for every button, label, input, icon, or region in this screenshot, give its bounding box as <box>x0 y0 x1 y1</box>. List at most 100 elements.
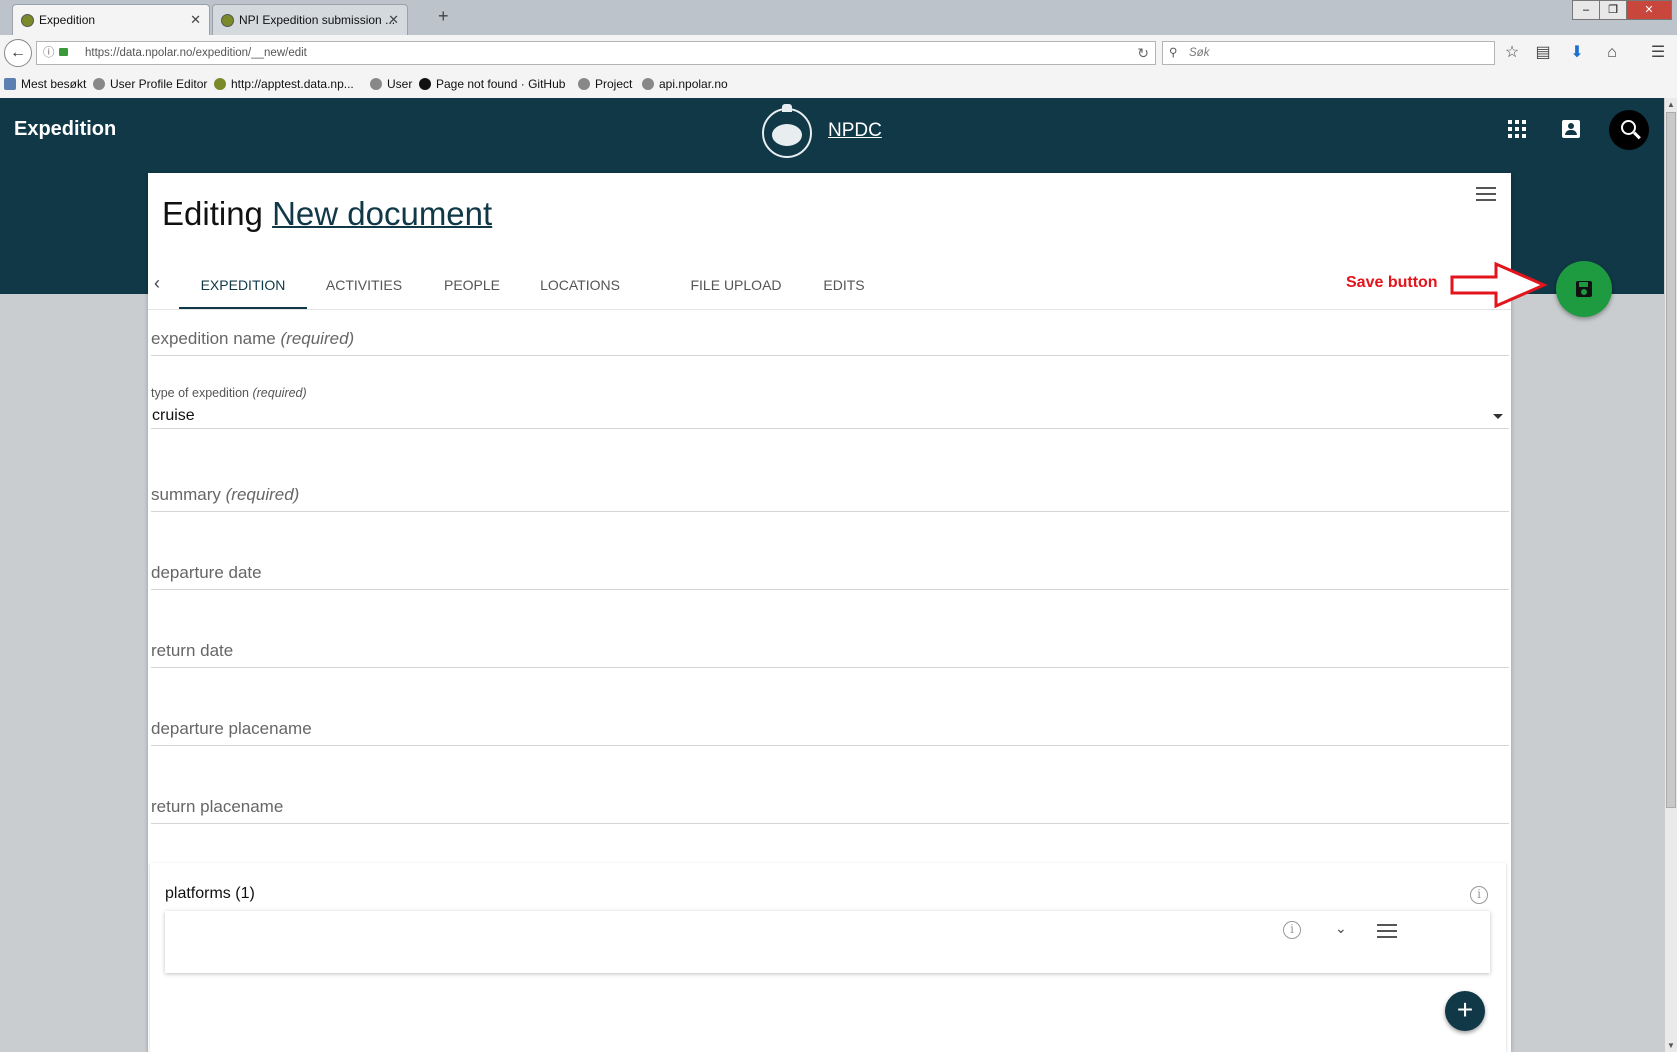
field-label: expedition name (required) <box>151 329 355 348</box>
tab-locations[interactable]: LOCATIONS <box>524 261 636 309</box>
search-button[interactable] <box>1609 110 1649 150</box>
departure-date-field[interactable]: departure date <box>151 557 1509 590</box>
info-icon[interactable]: i <box>1283 921 1301 939</box>
bookmark-label: User <box>387 77 413 91</box>
npolar-favicon-icon <box>214 78 226 90</box>
browser-tab-strip: Expedition ✕ NPI Expedition submission .… <box>0 0 1677 36</box>
info-icon[interactable]: i <box>1470 886 1488 904</box>
bookmark-label: Mest besøkt <box>21 77 87 91</box>
return-placename-field[interactable]: return placename <box>151 791 1509 824</box>
reading-list-icon[interactable]: ▤ <box>1533 43 1553 63</box>
type-of-expedition-select[interactable]: type of expedition (required) cruise <box>151 386 1509 429</box>
hamburger-menu-icon[interactable]: ☰ <box>1648 43 1668 63</box>
field-label: departure placename <box>151 719 312 738</box>
annotation-arrow-icon <box>1450 261 1548 309</box>
browser-tab-expedition[interactable]: Expedition ✕ <box>12 4 210 35</box>
download-arrow-icon[interactable]: ⬇ <box>1567 43 1587 63</box>
bookmark-icon <box>4 78 16 90</box>
field-label: return date <box>151 641 234 660</box>
editor-card: Editing New document ‹ EXPEDITION ACTIVI… <box>148 173 1511 1052</box>
bookmark-item[interactable]: Page not found · GitHub <box>419 77 565 91</box>
item-menu-icon[interactable] <box>1377 924 1397 938</box>
chevron-left-icon[interactable]: ‹ <box>154 273 160 294</box>
bookmarks-toolbar: Mest besøkt User Profile Editor http://a… <box>0 71 1677 99</box>
github-icon <box>419 78 431 90</box>
bookmark-item[interactable]: http://apptest.data.np... <box>214 77 354 91</box>
bookmark-label: Page not found · GitHub <box>436 77 566 91</box>
add-platform-button[interactable]: + <box>1445 991 1485 1031</box>
scroll-down-icon[interactable]: ▼ <box>1667 1041 1675 1050</box>
bookmark-label: http://apptest.data.np... <box>231 77 354 91</box>
bookmark-item[interactable]: Mest besøkt <box>4 77 86 91</box>
app-title[interactable]: Expedition <box>14 118 116 141</box>
new-tab-icon[interactable]: + <box>438 6 449 27</box>
save-disk-icon <box>1576 281 1592 297</box>
expedition-name-field[interactable]: expedition name (required) <box>151 323 1509 356</box>
back-arrow-icon[interactable]: ← <box>4 39 32 67</box>
home-icon[interactable]: ⌂ <box>1602 43 1622 63</box>
platforms-section: platforms (1) i i ⌄ + <box>150 863 1506 1052</box>
editor-tabs: ‹ EXPEDITION ACTIVITIES PEOPLE LOCATIONS… <box>148 261 1511 310</box>
bookmark-item[interactable]: Project <box>578 77 632 91</box>
browser-search-input[interactable]: ⚲ Søk <box>1162 41 1495 65</box>
minimize-window-icon[interactable]: – <box>1572 0 1600 20</box>
browser-tab-npi-submission[interactable]: NPI Expedition submission ... ✕ <box>212 4 408 35</box>
browser-tab-title: Expedition <box>39 13 96 27</box>
platforms-title: platforms (1) <box>165 885 255 902</box>
browser-navigation-bar: ← ⓘ https://data.npolar.no/expedition/__… <box>0 35 1677 72</box>
close-window-icon[interactable]: ✕ <box>1626 0 1672 20</box>
npolar-favicon-icon <box>21 14 34 27</box>
tab-people[interactable]: PEOPLE <box>428 261 516 309</box>
card-menu-icon[interactable] <box>1476 187 1496 201</box>
site-info-icon[interactable]: ⓘ <box>43 42 55 64</box>
search-icon: ⚲ <box>1169 47 1178 59</box>
search-placeholder: Søk <box>1189 47 1210 59</box>
field-label: summary (required) <box>151 485 300 504</box>
tab-expedition[interactable]: EXPEDITION <box>179 261 307 309</box>
url-text: https://data.npolar.no/expedition/__new/… <box>85 47 307 59</box>
bookmark-label: User Profile Editor <box>110 77 208 91</box>
field-label: type of expedition (required) <box>151 386 307 400</box>
document-title-link[interactable]: New document <box>272 195 492 232</box>
field-label: return placename <box>151 797 284 816</box>
return-date-field[interactable]: return date <box>151 635 1509 668</box>
globe-icon <box>578 78 590 90</box>
save-button[interactable] <box>1556 261 1612 317</box>
departure-placename-field[interactable]: departure placename <box>151 713 1509 746</box>
globe-icon <box>370 78 382 90</box>
tab-edits[interactable]: EDITS <box>808 261 880 309</box>
restore-window-icon[interactable]: ❐ <box>1599 0 1627 20</box>
close-tab-icon[interactable]: ✕ <box>388 5 399 35</box>
tab-file-upload[interactable]: FILE UPLOAD <box>674 261 798 309</box>
apps-grid-icon[interactable] <box>1508 120 1526 138</box>
address-bar[interactable]: ⓘ https://data.npolar.no/expedition/__ne… <box>36 41 1156 65</box>
browser-tab-title: NPI Expedition submission ... <box>239 13 396 27</box>
page-scrollbar[interactable]: ▲ ▼ <box>1664 98 1677 1052</box>
lock-icon <box>59 48 68 56</box>
account-icon[interactable] <box>1562 120 1580 138</box>
scroll-up-icon[interactable]: ▲ <box>1667 100 1675 109</box>
globe-icon <box>642 78 654 90</box>
platform-item-card: i ⌄ <box>165 911 1490 973</box>
npolar-logo-icon[interactable] <box>762 104 812 158</box>
chevron-down-icon[interactable]: ⌄ <box>1335 920 1347 937</box>
bookmark-label: api.npolar.no <box>659 77 728 91</box>
scrollbar-thumb[interactable] <box>1666 112 1676 808</box>
save-button-annotation: Save button <box>1346 274 1438 291</box>
npolar-favicon-icon <box>221 14 234 27</box>
field-label: departure date <box>151 563 262 582</box>
bookmark-item[interactable]: User Profile Editor <box>93 77 207 91</box>
bookmark-item[interactable]: api.npolar.no <box>642 77 728 91</box>
reload-icon[interactable]: ↻ <box>1137 42 1149 64</box>
bookmark-label: Project <box>595 77 633 91</box>
summary-field[interactable]: summary (required) <box>151 479 1509 512</box>
bookmark-star-icon[interactable]: ☆ <box>1502 43 1522 63</box>
globe-icon <box>93 78 105 90</box>
tab-activities[interactable]: ACTIVITIES <box>310 261 418 309</box>
bookmark-item[interactable]: User <box>370 77 412 91</box>
dropdown-caret-icon[interactable] <box>1493 414 1503 419</box>
selected-value: cruise <box>152 407 195 424</box>
heading-prefix: Editing <box>162 195 263 232</box>
npdc-link[interactable]: NPDC <box>828 120 882 142</box>
close-tab-icon[interactable]: ✕ <box>190 5 201 35</box>
